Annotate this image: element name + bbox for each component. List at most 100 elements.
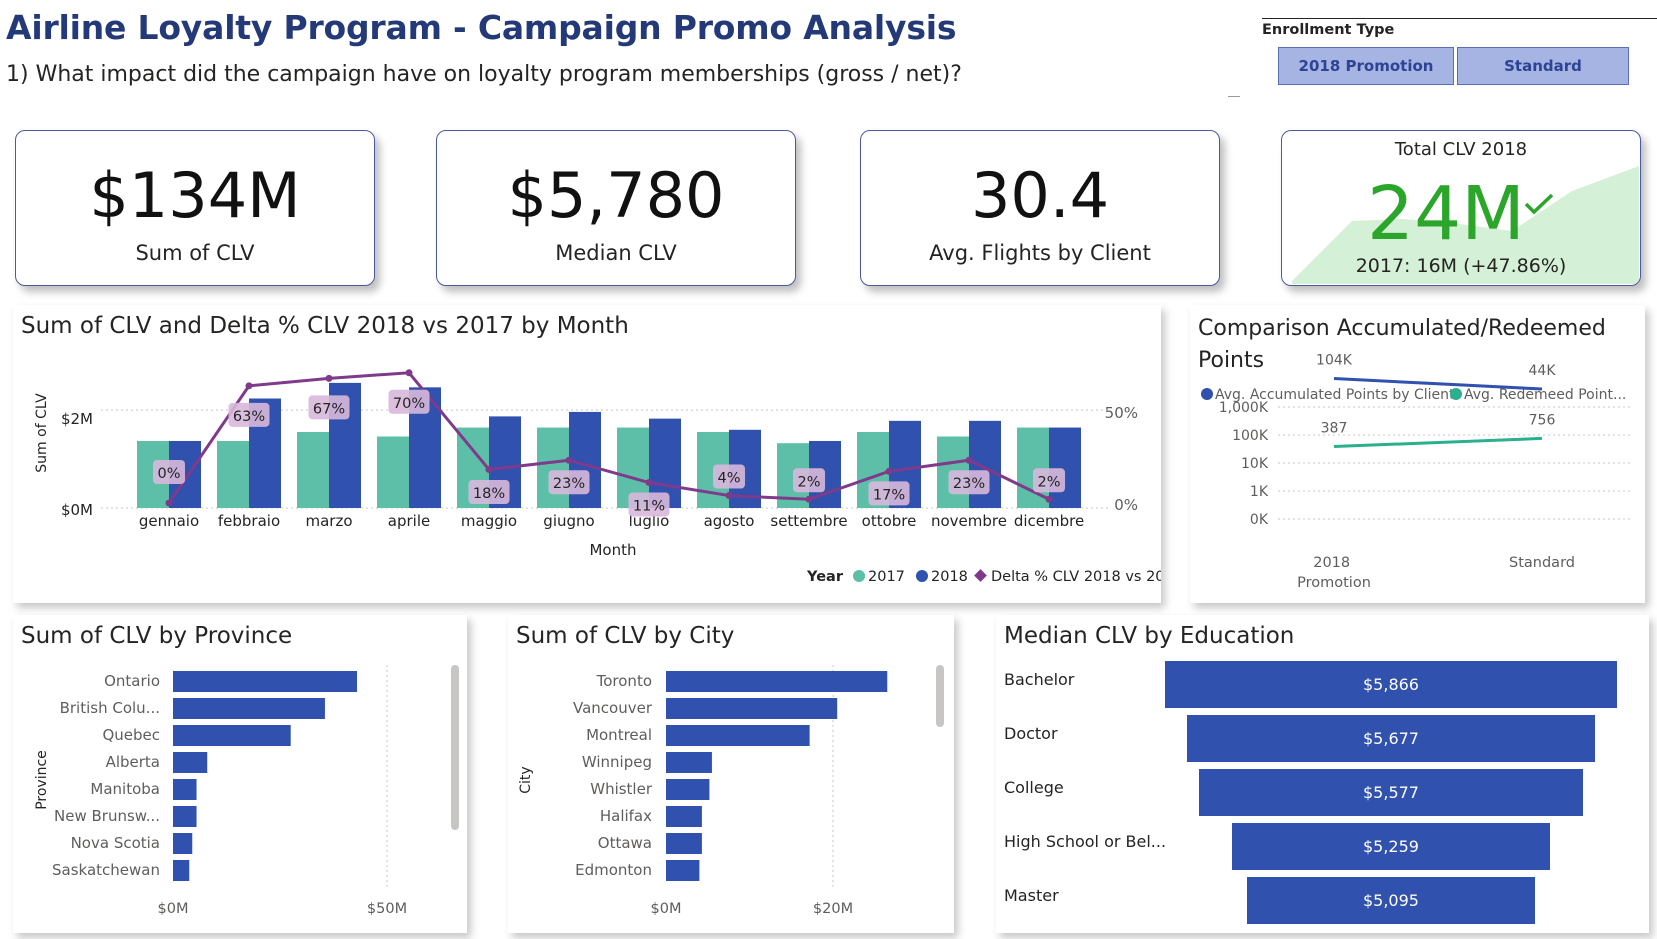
delta-point[interactable] xyxy=(325,374,333,382)
category-label: High School or Bel... xyxy=(1004,832,1167,851)
category-label: Winnipeg xyxy=(582,753,652,771)
delta-point[interactable] xyxy=(565,456,573,464)
bar-2017[interactable] xyxy=(217,440,249,508)
bar[interactable] xyxy=(173,752,208,773)
x-tick: ottobre xyxy=(862,512,917,530)
points-comparison-chart[interactable]: Avg. Accumulated Points by Client Avg. R… xyxy=(1190,305,1645,603)
delta-point[interactable] xyxy=(1045,495,1053,503)
y-tick: $0M xyxy=(61,501,93,519)
x-tick: Standard xyxy=(1509,555,1575,571)
kpi-card-avg-flights[interactable]: 30.4 Avg. Flights by Client xyxy=(860,130,1220,286)
category-label: Whistler xyxy=(590,780,653,798)
kpi-value: 30.4 xyxy=(970,159,1110,232)
x-tick: gennaio xyxy=(139,512,199,530)
bar[interactable] xyxy=(666,860,700,881)
province-chart-panel[interactable]: Sum of CLV by Province Province $0M $50M… xyxy=(13,615,467,933)
vertical-scrollbar[interactable] xyxy=(936,665,944,727)
delta-point[interactable] xyxy=(485,466,493,474)
bar[interactable] xyxy=(173,833,193,854)
delta-point[interactable] xyxy=(965,456,973,464)
y-axis-title: City xyxy=(518,766,534,793)
delta-point[interactable] xyxy=(405,369,413,377)
funnel-bar[interactable]: $5,259 xyxy=(1231,823,1551,870)
category-label: Vancouver xyxy=(573,699,653,717)
points-comparison-panel[interactable]: Comparison Accumulated/Redeemed Points A… xyxy=(1190,305,1645,603)
delta-label: 11% xyxy=(633,499,665,515)
funnel-bar[interactable]: $5,677 xyxy=(1187,715,1595,762)
bar[interactable] xyxy=(666,833,702,854)
delta-label: 67% xyxy=(313,401,345,417)
delta-point[interactable] xyxy=(885,467,893,475)
delta-label: 70% xyxy=(393,396,425,412)
bar[interactable] xyxy=(173,779,197,800)
funnel-bar[interactable]: $5,866 xyxy=(1165,661,1617,708)
delta-point[interactable] xyxy=(725,492,733,500)
category-label: Ontario xyxy=(104,672,160,690)
category-label: Montreal xyxy=(586,726,652,744)
bar[interactable] xyxy=(666,698,838,719)
category-label: British Colu... xyxy=(60,699,160,717)
legend-label-2018: 2018 xyxy=(931,569,968,585)
category-label: Doctor xyxy=(1004,724,1058,743)
bar[interactable] xyxy=(666,752,712,773)
delta-label: 23% xyxy=(553,476,585,492)
x-tick: $20M xyxy=(813,901,853,917)
kpi-value: 24M xyxy=(1367,171,1526,257)
bar-2017[interactable] xyxy=(537,427,569,508)
kpi-title: Total CLV 2018 xyxy=(1394,139,1528,160)
bar-2017[interactable] xyxy=(377,436,409,509)
vertical-scrollbar[interactable] xyxy=(451,665,459,830)
bar[interactable] xyxy=(173,725,291,746)
bar[interactable] xyxy=(666,725,810,746)
bar[interactable] xyxy=(666,806,702,827)
y-tick: $2M xyxy=(61,410,93,428)
bar-2017[interactable] xyxy=(297,432,329,508)
x-tick: dicembre xyxy=(1014,512,1084,530)
slicer-option-2018-promotion[interactable]: 2018 Promotion xyxy=(1278,47,1454,85)
legend-label-delta: Delta % CLV 2018 vs 2017 xyxy=(991,569,1161,585)
data-label: 756 xyxy=(1529,412,1556,428)
kpi-value: $134M xyxy=(89,159,301,232)
bar[interactable] xyxy=(173,860,190,881)
funnel-bar[interactable]: $5,095 xyxy=(1247,877,1535,924)
kpi-card-total-clv-2018[interactable]: Total CLV 2018 24M 2017: 16M (+47.86%) xyxy=(1281,130,1641,286)
bar[interactable] xyxy=(666,671,888,692)
bar[interactable] xyxy=(666,779,710,800)
category-label: Bachelor xyxy=(1004,670,1075,689)
bar-2018[interactable] xyxy=(969,420,1001,508)
x-tick-line1: 2018 xyxy=(1313,555,1350,571)
funnel-bar[interactable]: $5,577 xyxy=(1198,769,1584,816)
province-bar-chart[interactable]: Province $0M $50M Ontario British Colu...… xyxy=(13,615,467,933)
education-chart-panel[interactable]: Median CLV by Education Bachelor $5,866 Do… xyxy=(996,615,1649,933)
visual-handle xyxy=(1228,96,1240,97)
kpi-label: Median CLV xyxy=(555,241,677,265)
bar[interactable] xyxy=(173,698,325,719)
legend-marker-2017 xyxy=(853,570,865,582)
delta-point[interactable] xyxy=(245,382,253,390)
delta-point[interactable] xyxy=(805,495,813,503)
delta-label: 63% xyxy=(233,409,265,425)
bar-2018[interactable] xyxy=(1049,427,1081,508)
x-tick: $0M xyxy=(651,901,682,917)
monthly-clv-chart-panel[interactable]: Sum of CLV and Delta % CLV 2018 vs 2017 … xyxy=(13,305,1161,603)
redeemed-points-line[interactable] xyxy=(1333,436,1543,449)
monthly-clv-chart[interactable]: Sum of CLV $2M $0M 50% 0% gennaio febbrai… xyxy=(13,305,1161,603)
city-bar-chart[interactable]: City $0M $20M Toronto Vancouver Montreal Wi… xyxy=(508,615,954,933)
delta-label: 2% xyxy=(1037,474,1060,490)
data-label: 44K xyxy=(1529,363,1557,379)
delta-point[interactable] xyxy=(165,499,173,507)
kpi-card-median-clv[interactable]: $5,780 Median CLV xyxy=(436,130,796,286)
chart-title: Median CLV by Education xyxy=(1004,623,1295,649)
check-icon xyxy=(1524,193,1554,215)
kpi-card-sum-clv[interactable]: $134M Sum of CLV xyxy=(15,130,375,286)
city-chart-panel[interactable]: Sum of CLV by City City $0M $20M Toronto… xyxy=(508,615,954,933)
data-label: 104K xyxy=(1316,353,1353,369)
delta-point[interactable] xyxy=(645,479,653,487)
data-label: 387 xyxy=(1321,421,1348,437)
bar[interactable] xyxy=(173,671,358,692)
slicer-option-standard[interactable]: Standard xyxy=(1457,47,1629,85)
x-tick: maggio xyxy=(461,512,517,530)
bar[interactable] xyxy=(173,806,197,827)
category-label: Master xyxy=(1004,886,1059,905)
category-label: Nova Scotia xyxy=(71,834,160,852)
